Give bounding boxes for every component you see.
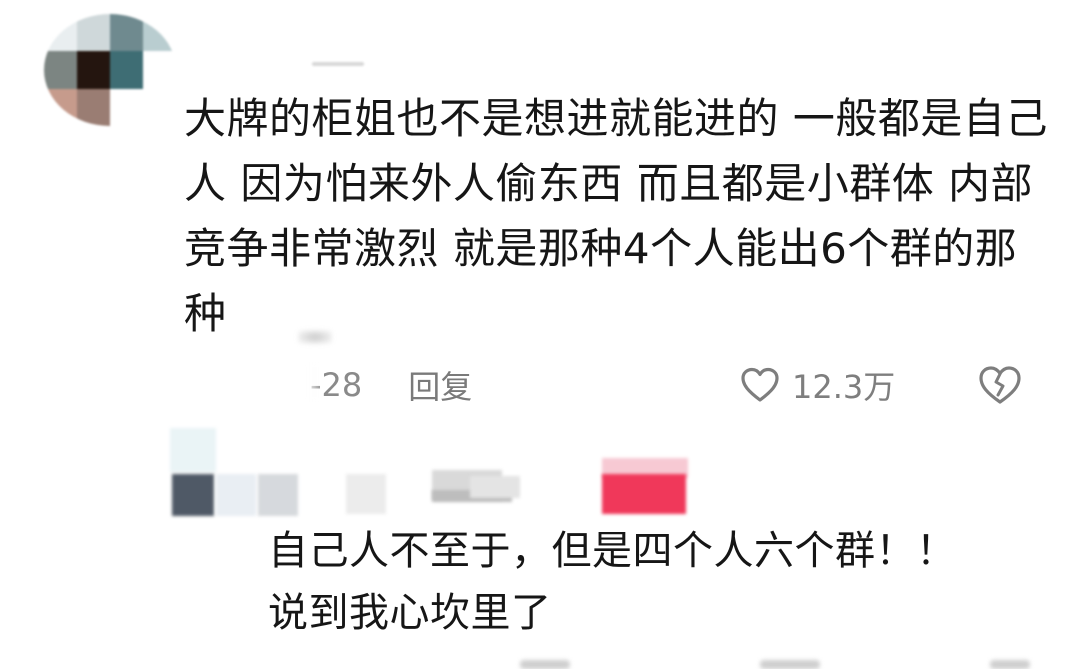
reply-avatar[interactable]	[170, 428, 216, 472]
username-block	[470, 476, 520, 498]
next-meta-hint	[760, 660, 820, 669]
reply-text-line-2: 说到我心坎里了	[268, 590, 552, 636]
comment-meta: -28 回复	[300, 360, 472, 410]
next-meta-hint	[520, 660, 570, 669]
dislike-button[interactable]	[976, 362, 1024, 408]
reply-button[interactable]: 回复	[408, 362, 472, 408]
like-count: 12.3万	[792, 368, 896, 406]
avatar-mosaic	[44, 14, 176, 126]
reply-text: 自己人不至于，但是四个人六个群！！ 说到我心坎里了	[268, 520, 1048, 644]
reply-avatar-block	[216, 474, 256, 516]
reply-author-redacted[interactable]	[170, 428, 710, 518]
comment-text: 大牌的柜姐也不是想进就能进的 一般都是自己人 因为怕来外人偷东西 而且都是小群体…	[184, 94, 1048, 338]
heart-outline-icon	[741, 367, 779, 402]
redaction-smudge	[298, 330, 332, 344]
next-meta-hint	[990, 660, 1030, 669]
reply-avatar-block	[258, 474, 298, 516]
reply-avatar-block	[172, 474, 214, 516]
username-block	[346, 474, 386, 514]
broken-heart-icon	[979, 366, 1021, 404]
comment-date: -28	[300, 366, 362, 404]
like-button[interactable]: 12.3万	[740, 360, 895, 410]
avatar[interactable]	[44, 14, 176, 126]
comment-thread: 大牌的柜姐也不是想进就能进的 一般都是自己人 因为怕来外人偷东西 而且都是小群体…	[0, 0, 1080, 669]
username-redacted[interactable]	[312, 62, 364, 66]
username-accent	[602, 474, 686, 514]
reply-text-line-1: 自己人不至于，但是四个人六个群！！	[268, 528, 957, 574]
